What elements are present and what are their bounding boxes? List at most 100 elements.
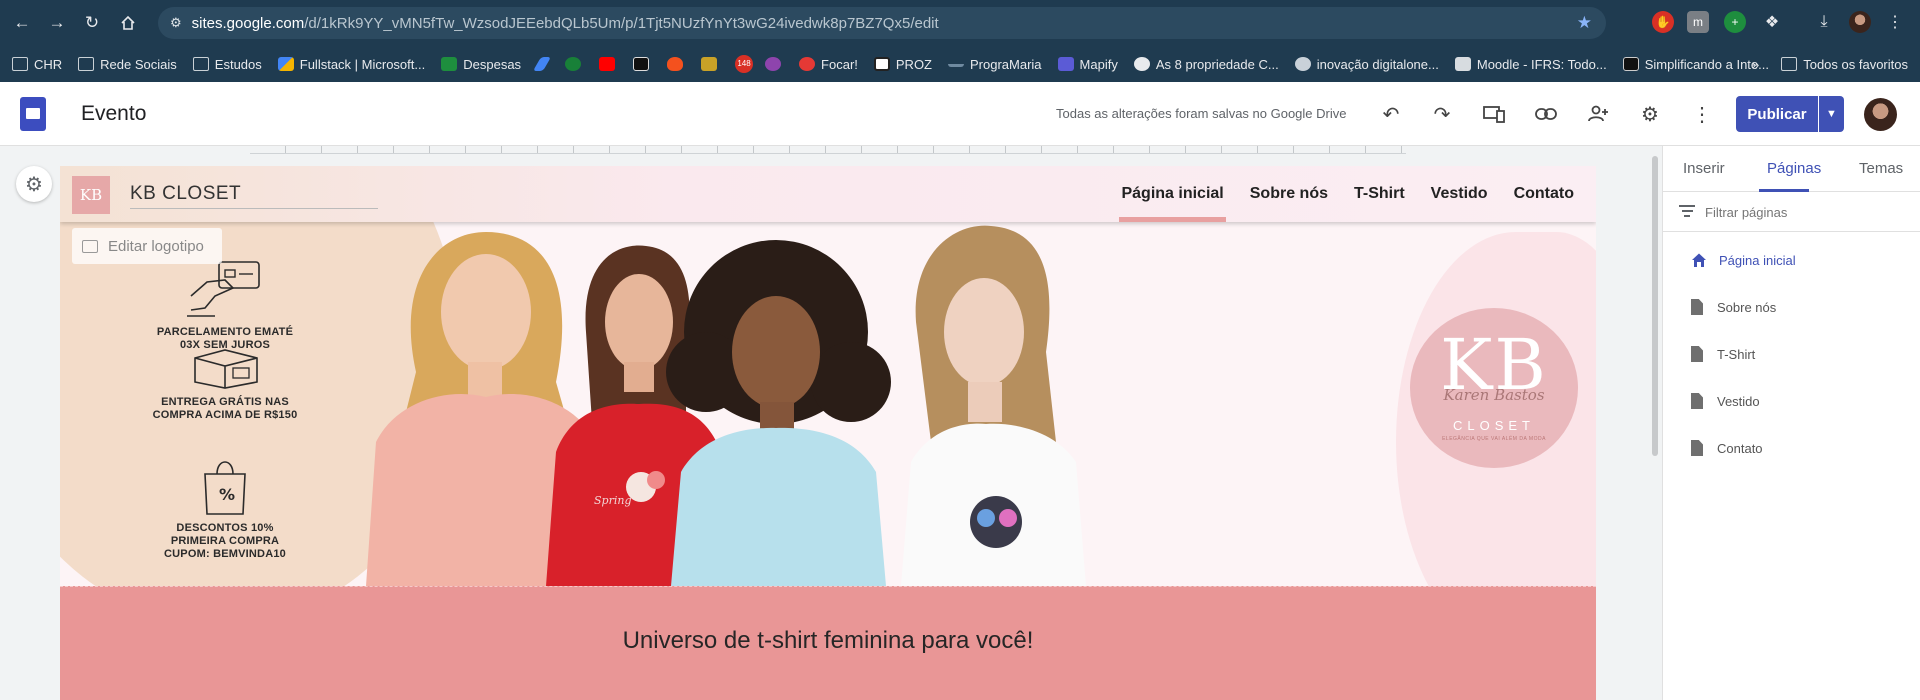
- more-bookmarks-icon[interactable]: »: [1752, 57, 1759, 72]
- site-title[interactable]: KB CLOSET: [130, 183, 241, 205]
- redo-icon[interactable]: ↷: [1427, 99, 1457, 129]
- fire-icon: [667, 57, 684, 71]
- bookmark-label: Simplificando a Inte...: [1644, 56, 1769, 72]
- document-title[interactable]: Evento: [81, 102, 146, 126]
- bookmark-shield[interactable]: [765, 57, 787, 71]
- extension-plus-icon[interactable]: +: [1724, 11, 1746, 33]
- back-icon[interactable]: ←: [5, 6, 39, 40]
- nav-contato[interactable]: Contato: [1514, 166, 1574, 222]
- hero-section[interactable]: PARCELAMENTO EMATÉ 03X SEM JUROS ENTREGA…: [60, 222, 1596, 586]
- site-preview: PARCELAMENTO EMATÉ 03X SEM JUROS ENTREGA…: [60, 166, 1596, 700]
- bookmark-moodle[interactable]: Moodle - IFRS: Todo...: [1454, 57, 1607, 72]
- bookmark-estudos[interactable]: Estudos: [192, 57, 262, 72]
- tab-paginas[interactable]: Páginas: [1767, 160, 1821, 177]
- tab-temas[interactable]: Temas: [1859, 160, 1903, 177]
- brand-tagline: ELEGÂNCIA QUE VAI ALÉM DA MODA: [1442, 436, 1546, 442]
- link-icon[interactable]: [1531, 99, 1561, 129]
- download-icon[interactable]: ⤓: [1813, 11, 1835, 33]
- share-add-person-icon[interactable]: [1583, 99, 1613, 129]
- edit-logo-button[interactable]: Editar logotipo: [72, 228, 222, 264]
- bookmark-label: inovação digitalone...: [1316, 56, 1439, 72]
- bookmark-focar[interactable]: Focar!: [799, 57, 858, 72]
- site-info-icon[interactable]: ⚙: [170, 15, 182, 31]
- menu-dots-icon[interactable]: ⋮: [1884, 11, 1906, 33]
- page-icon: [1691, 346, 1703, 362]
- bookmark-fire[interactable]: [667, 57, 689, 71]
- page-item-pagina-inicial[interactable]: Página inicial: [1691, 248, 1796, 272]
- url-host: sites.google.com: [191, 14, 305, 32]
- page-item-sobre-nos[interactable]: Sobre nós: [1691, 295, 1776, 319]
- bookmark-mapify[interactable]: Mapify: [1057, 57, 1118, 72]
- brand-word: CLOSET: [1452, 418, 1535, 433]
- canvas-scrollbar[interactable]: [1652, 156, 1658, 456]
- page-item-vestido[interactable]: Vestido: [1691, 389, 1760, 413]
- tab-inserir[interactable]: Inserir: [1683, 160, 1725, 177]
- shirt-print: Spring: [594, 494, 631, 507]
- extensions-puzzle-icon[interactable]: ❖: [1761, 11, 1783, 33]
- page-item-t-shirt[interactable]: T-Shirt: [1691, 342, 1755, 366]
- bookmark-badge[interactable]: [701, 57, 723, 71]
- site-logo[interactable]: KB: [72, 176, 110, 214]
- extension-m-icon[interactable]: m: [1687, 11, 1709, 33]
- bookmark-chr[interactable]: CHR: [12, 57, 62, 72]
- shield-icon: [765, 57, 782, 71]
- bookmark-label: Despesas: [463, 56, 522, 72]
- bookmark-programaria[interactable]: PrograMaria: [948, 57, 1042, 72]
- bookmark-whatsapp[interactable]: [565, 57, 587, 71]
- check-icon: [799, 57, 816, 71]
- site-nav: Página inicial Sobre nós T-Shirt Vestido…: [1095, 166, 1574, 222]
- bookmark-despesas[interactable]: Despesas: [441, 57, 521, 72]
- title-underline: [130, 208, 378, 209]
- bookmark-count[interactable]: 148: [735, 55, 754, 73]
- all-bookmarks[interactable]: Todos os favoritos: [1803, 57, 1908, 72]
- bookmark-simplificando[interactable]: Simplificando a Inte...: [1622, 56, 1769, 72]
- nav-t-shirt[interactable]: T-Shirt: [1354, 166, 1405, 222]
- text-banner-section[interactable]: Universo de t-shirt feminina para você!: [60, 586, 1596, 700]
- medium-icon: [1622, 57, 1639, 71]
- undo-icon[interactable]: ↶: [1376, 99, 1406, 129]
- more-options-icon[interactable]: ⋮: [1687, 99, 1717, 129]
- reload-icon[interactable]: ↻: [75, 6, 109, 40]
- globe-icon: [1133, 57, 1150, 71]
- perk-line: PRIMEIRA COMPRA: [170, 535, 280, 547]
- sheets-icon: [441, 57, 458, 71]
- profile-avatar-icon[interactable]: [1849, 11, 1871, 33]
- publish-button[interactable]: Publicar: [1736, 96, 1818, 132]
- image-icon: [82, 239, 98, 253]
- whatsapp-icon: [565, 57, 582, 71]
- bookmark-fullstack[interactable]: Fullstack | Microsoft...: [277, 57, 425, 72]
- address-bar[interactable]: ⚙ sites.google.com /d/1kRk9YY_vMN5fTw_Wz…: [158, 7, 1606, 39]
- folder-icon: [1781, 57, 1798, 71]
- publish-options-chevron-icon[interactable]: ▼: [1819, 96, 1844, 132]
- right-panel: Inserir Páginas Temas Filtrar páginas Pá…: [1662, 146, 1920, 700]
- filter-pages-input[interactable]: Filtrar páginas: [1663, 192, 1920, 232]
- banner-text[interactable]: Universo de t-shirt feminina para você!: [60, 627, 1596, 655]
- nav-pagina-inicial[interactable]: Página inicial: [1119, 166, 1227, 222]
- account-avatar[interactable]: [1864, 98, 1897, 131]
- bookmark-rede-sociais[interactable]: Rede Sociais: [78, 57, 177, 72]
- settings-gear-icon[interactable]: ⚙: [1635, 99, 1665, 129]
- perk-free-shipping: ENTREGA GRÁTIS NAS COMPRA ACIMA DE R$150: [140, 342, 310, 422]
- bookmark-github[interactable]: inovação digitalone...: [1294, 56, 1439, 72]
- editor-header: Evento Todas as alterações foram salvas …: [0, 82, 1920, 146]
- nav-sobre-nos[interactable]: Sobre nós: [1250, 166, 1328, 222]
- site-header[interactable]: KB KB CLOSET Página inicial Sobre nós T-…: [60, 166, 1596, 222]
- bookmark-label: Rede Sociais: [100, 56, 177, 72]
- nav-vestido[interactable]: Vestido: [1431, 166, 1488, 222]
- page-settings-gear-icon[interactable]: ⚙: [16, 166, 52, 202]
- forward-icon[interactable]: →: [40, 6, 74, 40]
- bookmark-pen[interactable]: [533, 57, 553, 71]
- bookmark-proz[interactable]: PROZ: [873, 57, 932, 72]
- bookmark-youtube[interactable]: [599, 57, 621, 71]
- home-icon[interactable]: [111, 6, 145, 40]
- delivery-box-icon: [194, 349, 258, 389]
- preview-devices-icon[interactable]: [1479, 99, 1509, 129]
- bookmark-propriedades[interactable]: As 8 propriedade C...: [1133, 57, 1279, 72]
- extension-hand-icon[interactable]: ✋: [1652, 11, 1674, 33]
- page-label: Página inicial: [1719, 252, 1796, 268]
- bookmark-star-icon[interactable]: ★: [1577, 13, 1592, 33]
- google-sites-logo-icon[interactable]: [20, 97, 46, 131]
- bookmarks-bar: CHR Rede Sociais Estudos Fullstack | Mic…: [0, 46, 1920, 82]
- bookmark-amazon[interactable]: [633, 57, 655, 71]
- page-item-contato[interactable]: Contato: [1691, 436, 1763, 460]
